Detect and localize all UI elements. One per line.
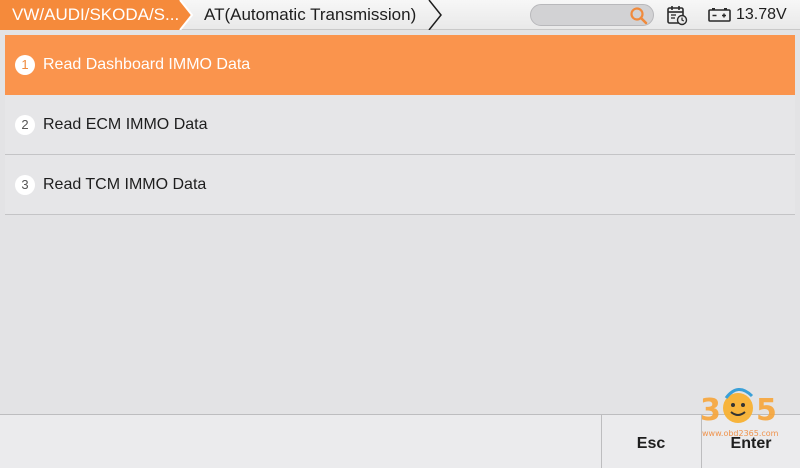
esc-button[interactable]: Esc — [601, 415, 700, 468]
menu-item-read-dashboard-immo[interactable]: 1 Read Dashboard IMMO Data — [5, 35, 795, 95]
breadcrumb-item-make[interactable]: VW/AUDI/SKODA/S... — [12, 0, 180, 30]
search-icon[interactable] — [629, 6, 649, 26]
battery-voltage: 13.78V — [736, 6, 787, 23]
enter-button[interactable]: Enter — [701, 415, 800, 468]
menu-item-label: Read Dashboard IMMO Data — [43, 55, 251, 73]
menu-item-number: 3 — [15, 174, 35, 195]
breadcrumb-item-system[interactable]: AT(Automatic Transmission) — [204, 0, 426, 30]
menu-item-number: 2 — [15, 114, 35, 135]
menu-item-read-ecm-immo[interactable]: 2 Read ECM IMMO Data — [5, 95, 795, 155]
bottom-action-bar: Esc Enter — [0, 414, 800, 468]
top-bar: VW/AUDI/SKODA/S... AT(Automatic Transmis… — [0, 0, 800, 30]
battery-icon — [708, 8, 731, 22]
function-menu: 1 Read Dashboard IMMO Data 2 Read ECM IM… — [5, 35, 795, 215]
menu-item-number: 1 — [15, 54, 35, 75]
menu-item-read-tcm-immo[interactable]: 3 Read TCM IMMO Data — [5, 155, 795, 215]
search-input[interactable] — [530, 4, 654, 26]
menu-item-label: Read TCM IMMO Data — [43, 175, 207, 193]
menu-item-label: Read ECM IMMO Data — [43, 115, 208, 133]
calendar-icon[interactable] — [665, 3, 689, 27]
